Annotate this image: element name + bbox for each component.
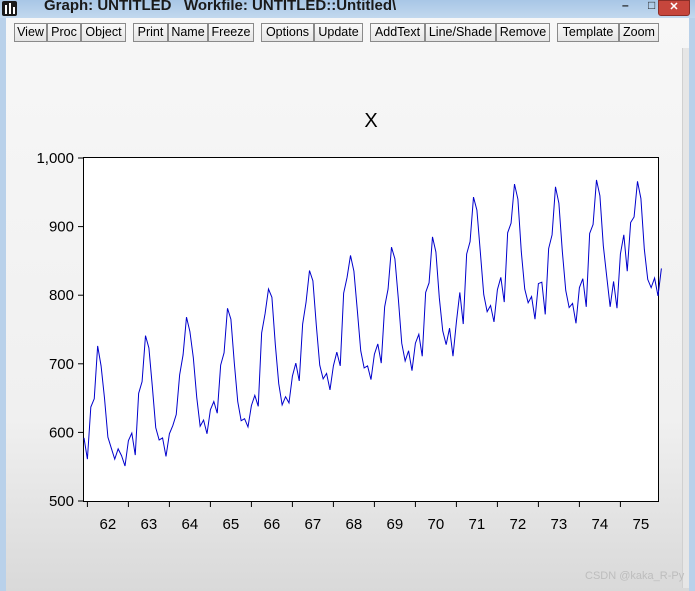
y-axis: 500 600 700 800 900 1,000 — [36, 150, 84, 510]
chart-title: X — [364, 110, 377, 132]
x-axis: 62 63 64 65 66 67 68 69 70 71 72 73 74 75 — [86, 501, 650, 533]
x-tick-label: 70 — [428, 516, 445, 533]
x-tick-label: 69 — [387, 516, 404, 533]
x-tick-label: 72 — [510, 516, 527, 533]
x-tick-label: 71 — [469, 516, 486, 533]
x-tick-label: 63 — [141, 516, 158, 533]
x-tick-label: 74 — [592, 516, 609, 533]
y-tick-label: 800 — [49, 287, 74, 304]
y-tick-label: 900 — [49, 219, 74, 236]
x-tick-label: 62 — [100, 516, 117, 533]
plot-frame — [83, 157, 659, 502]
y-tick-label: 700 — [49, 356, 74, 373]
y-tick-label: 600 — [49, 424, 74, 441]
graph-window: Graph: UNTITLED Workfile: UNTITLED::Unti… — [0, 0, 695, 591]
x-tick-label: 68 — [346, 516, 363, 533]
line-chart: X 500 600 700 800 900 1,000 62 63 64 65 66 67 68 69 7… — [36, 110, 662, 533]
x-tick-label: 66 — [264, 516, 281, 533]
x-tick-label: 75 — [633, 516, 650, 533]
x-tick-label: 73 — [551, 516, 568, 533]
y-tick-label: 1,000 — [36, 150, 74, 167]
x-tick-label: 64 — [182, 516, 199, 533]
y-tick-label: 500 — [49, 493, 74, 510]
x-tick-label: 65 — [223, 516, 240, 533]
x-tick-label: 67 — [305, 516, 322, 533]
watermark-text: CSDN @kaka_R-Py — [585, 570, 685, 582]
